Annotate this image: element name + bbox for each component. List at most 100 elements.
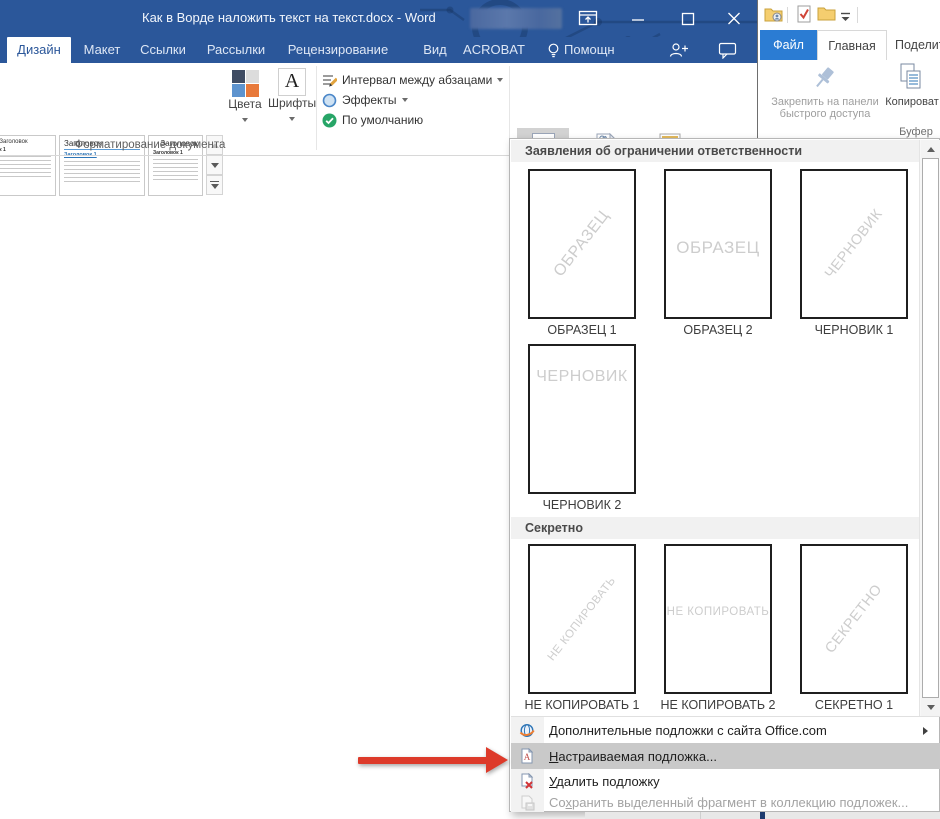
effects-button[interactable]: Эффекты <box>322 91 408 109</box>
office-com-globe-icon <box>519 723 535 739</box>
tab-references[interactable]: Ссылки <box>136 37 190 63</box>
close-button[interactable] <box>726 9 742 32</box>
lightbulb-icon <box>546 42 561 64</box>
annotation-arrow <box>358 744 510 776</box>
group-label-document-formatting: Форматирование документа <box>30 139 270 151</box>
watermark-option-ne-kopirovat-2[interactable]: НЕ КОПИРОВАТЬ <box>664 544 772 694</box>
watermark-option-obrazec-2[interactable]: ОБРАЗЕЦ <box>664 169 772 319</box>
submenu-arrow-icon <box>923 727 928 735</box>
down-arrow-icon <box>927 705 935 710</box>
menu-section-header-disclaimers: Заявления об ограничении ответственности <box>511 140 919 162</box>
qat-customize-icon[interactable] <box>840 9 851 27</box>
svg-text:A: A <box>524 752 531 762</box>
tab-view[interactable]: Вид <box>415 37 455 63</box>
watermark-option-chernovik-1[interactable]: ЧЕРНОВИК <box>800 169 908 319</box>
menu-section-header-confidential: Секретно <box>511 517 919 539</box>
watermark-option-label: ЧЕРНОВИК 2 <box>518 498 646 514</box>
explorer-tab-file[interactable]: Файл <box>760 30 817 60</box>
window-title: Как в Ворде наложить текст на текст.docx… <box>142 10 436 25</box>
custom-watermark-icon: A <box>519 748 535 764</box>
tab-layout[interactable]: Макет <box>78 37 126 63</box>
watermark-preview-text: ОБРАЗЕЦ <box>551 207 614 280</box>
watermark-option-label: ОБРАЗЕЦ 2 <box>654 323 782 339</box>
remove-watermark-icon <box>519 773 535 789</box>
tab-review[interactable]: Рецензирование <box>283 37 393 63</box>
watermark-option-label: НЕ КОПИРОВАТЬ 2 <box>654 698 782 714</box>
dropdown-caret-icon <box>497 78 503 82</box>
effects-icon <box>322 93 337 108</box>
watermark-option-obrazec-1[interactable]: ОБРАЗЕЦ <box>528 169 636 319</box>
tab-acrobat[interactable]: ACROBAT <box>462 37 526 63</box>
share-person-icon[interactable] <box>668 42 689 64</box>
gallery-scroll-down-button[interactable] <box>206 155 223 175</box>
watermark-preview-text: НЕ КОПИРОВАТЬ <box>667 606 770 618</box>
watermark-option-label: ОБРАЗЕЦ 1 <box>518 323 646 339</box>
explorer-tab-share[interactable]: Поделит <box>895 30 940 60</box>
menu-item-remove-watermark[interactable]: Удалить подложку <box>511 769 940 793</box>
watermark-preview-text: НЕ КОПИРОВАТЬ <box>546 575 619 663</box>
ribbon-display-options-icon[interactable] <box>578 9 598 32</box>
comment-icon[interactable] <box>718 42 737 64</box>
copy-icon[interactable] <box>898 62 924 97</box>
theme-fonts-label: Шрифты <box>268 96 316 110</box>
menu-item-label: Удалить подложку <box>549 774 660 789</box>
set-default-button[interactable]: По умолчанию <box>322 111 423 129</box>
dropdown-caret-icon <box>242 118 248 122</box>
ribbon-tab-strip: Дизайн Макет Ссылки Рассылки Рецензирова… <box>0 37 758 63</box>
background-window-edge <box>585 812 940 819</box>
folder-properties-icon[interactable] <box>764 4 784 29</box>
scroll-up-button[interactable] <box>921 140 940 158</box>
clipboard-group-label: Буфер <box>896 126 936 138</box>
theme-colors-button[interactable]: Цвета <box>222 65 268 135</box>
theme-colors-icon <box>232 70 259 97</box>
tab-design[interactable]: Дизайн <box>7 37 71 63</box>
dropdown-caret-icon <box>402 98 408 102</box>
menu-item-more-watermarks-office[interactable]: Дополнительные подложки с сайта Office.c… <box>511 718 940 743</box>
watermark-preview-text: СЕКРЕТНО <box>822 582 885 657</box>
menu-item-custom-watermark[interactable]: A Настраиваемая подложка... <box>511 743 940 769</box>
arrow-shaft <box>358 757 488 764</box>
tab-mailings[interactable]: Рассылки <box>203 37 269 63</box>
watermark-option-ne-kopirovat-1[interactable]: НЕ КОПИРОВАТЬ <box>528 544 636 694</box>
menu-scrollbar[interactable] <box>919 140 940 716</box>
menu-separator <box>511 716 940 717</box>
set-default-label: По умолчанию <box>342 113 423 127</box>
watermark-gallery-menu: Заявления об ограничении ответственности… <box>509 138 940 812</box>
scrollbar-thumb[interactable] <box>922 158 939 698</box>
effects-label: Эффекты <box>342 93 397 107</box>
tell-me-box[interactable]: Помощн <box>564 37 616 63</box>
minimize-button[interactable] <box>630 9 646 32</box>
toolbar-separator <box>857 7 858 23</box>
paragraph-spacing-label: Интервал между абзацами <box>342 73 492 87</box>
check-document-icon[interactable] <box>795 4 813 29</box>
folder-icon[interactable] <box>817 5 836 27</box>
watermark-preview-text: ЧЕРНОВИК <box>822 206 886 281</box>
watermark-option-label: СЕКРЕТНО 1 <box>790 698 918 714</box>
watermark-preview-text: ЧЕРНОВИК <box>536 368 628 386</box>
paragraph-spacing-button[interactable]: Интервал между абзацами <box>322 71 503 89</box>
watermark-option-label: НЕ КОПИРОВАТЬ 1 <box>518 698 646 714</box>
toolbar-separator <box>787 7 788 23</box>
menu-item-label: Дополнительные подложки с сайта Office.c… <box>549 723 827 738</box>
maximize-button[interactable] <box>680 9 696 32</box>
watermark-preview-text: ОБРАЗЕЦ <box>676 238 759 258</box>
gallery-more-button[interactable] <box>206 175 223 195</box>
theme-fonts-button[interactable]: A Шрифты <box>268 65 316 135</box>
watermark-option-sekretno-1[interactable]: СЕКРЕТНО <box>800 544 908 694</box>
scroll-down-button[interactable] <box>921 698 940 716</box>
dropdown-caret-icon <box>289 117 295 121</box>
copy-label[interactable]: Копироват <box>882 96 940 108</box>
group-separator <box>316 66 317 150</box>
style-card-bodytext <box>153 159 198 183</box>
pin-quick-access-label-1[interactable]: Закрепить на панели <box>760 96 890 108</box>
style-card-bodytext <box>64 161 140 185</box>
account-name-blurred[interactable] <box>470 8 562 29</box>
save-selection-icon <box>519 795 535 811</box>
explorer-tab-home[interactable]: Главная <box>817 30 887 60</box>
paragraph-spacing-icon <box>322 73 337 88</box>
pin-quick-access-label-2[interactable]: быстрого доступа <box>760 108 890 120</box>
menu-item-label: Настраиваемая подложка... <box>549 749 717 764</box>
arrow-head <box>486 747 508 773</box>
watermark-option-chernovik-2[interactable]: ЧЕРНОВИК <box>528 344 636 494</box>
watermark-option-label: ЧЕРНОВИК 1 <box>790 323 918 339</box>
